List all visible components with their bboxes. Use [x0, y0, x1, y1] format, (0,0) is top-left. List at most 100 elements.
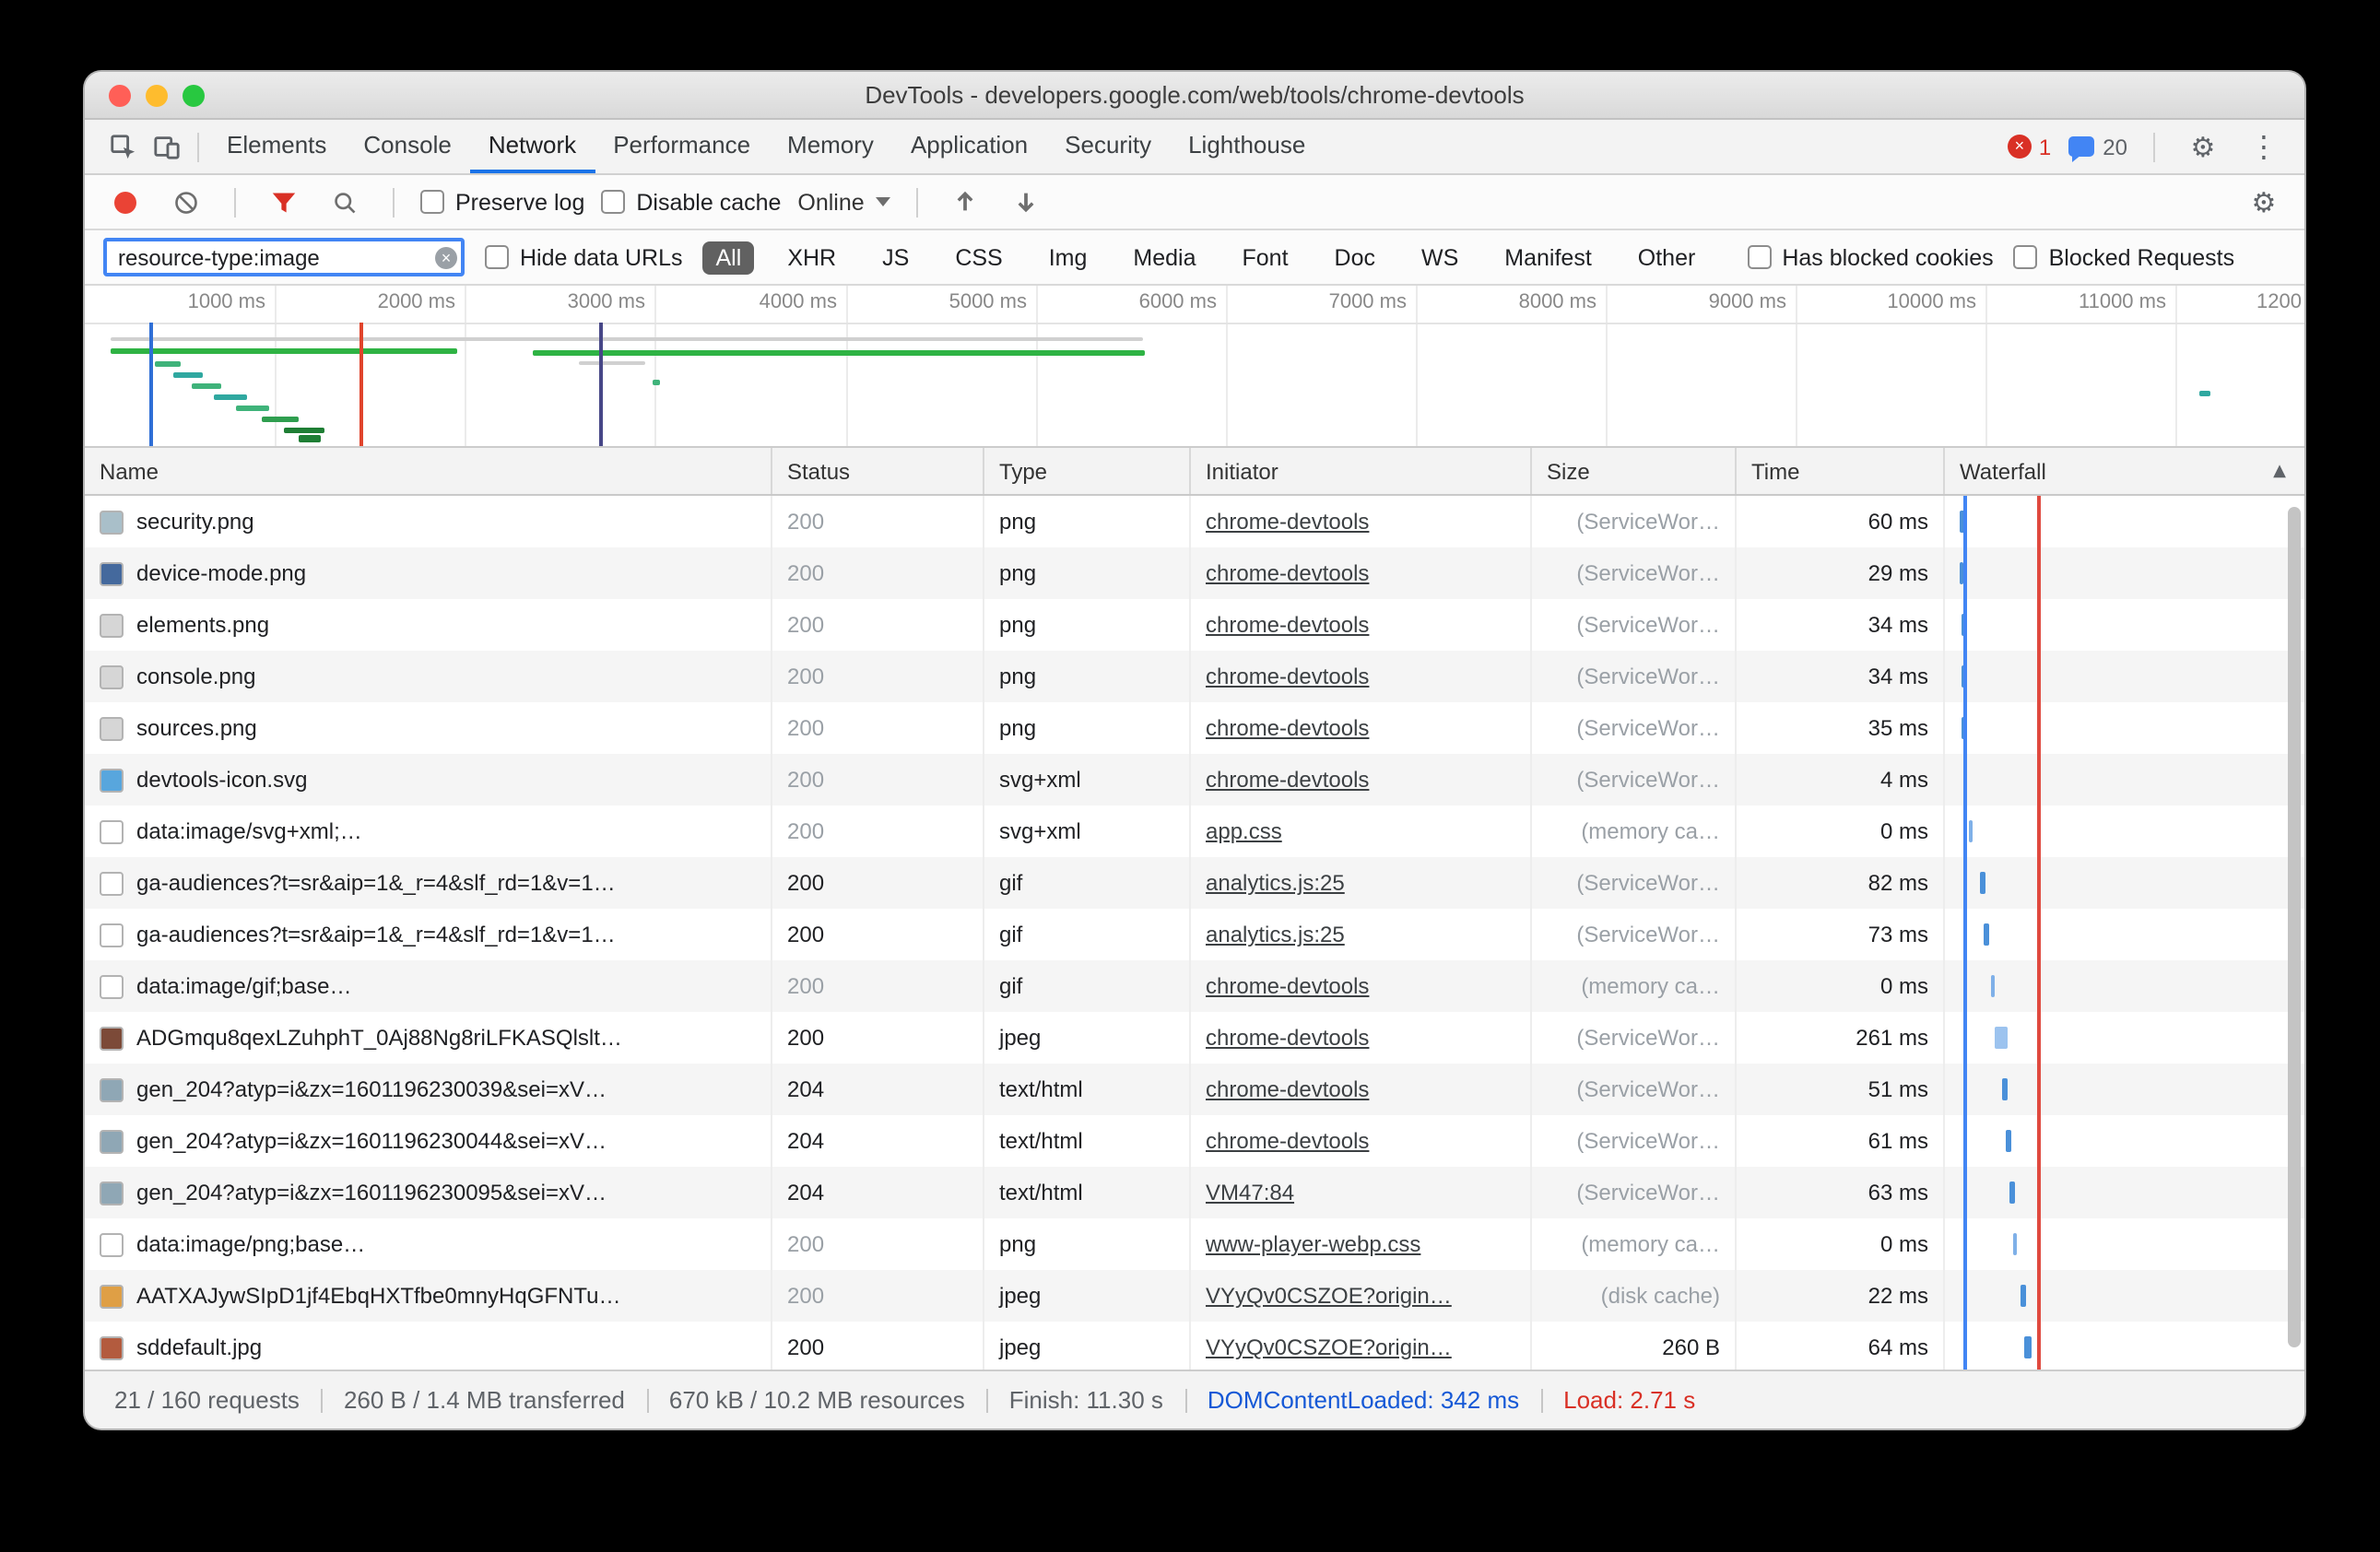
initiator-link[interactable]: www-player-webp.css: [1206, 1231, 1420, 1257]
request-name: devtools-icon.svg: [136, 754, 307, 805]
panel-tab[interactable]: Performance: [595, 120, 769, 173]
table-row[interactable]: ADGmqu8qexLZuhphT_0Aj88Ng8riLFKASQlslt… …: [85, 1012, 2304, 1064]
device-toolbar-icon[interactable]: [144, 120, 188, 173]
vertical-scrollbar[interactable]: [2288, 507, 2301, 1347]
has-blocked-cookies-checkbox[interactable]: Has blocked cookies: [1747, 244, 1993, 270]
filter-pill[interactable]: Media: [1120, 241, 1208, 274]
table-row[interactable]: sddefault.jpg 200 jpeg VYyQv0CSZOE?origi…: [85, 1322, 2304, 1370]
table-row[interactable]: gen_204?atyp=i&zx=1601196230039&sei=xV… …: [85, 1064, 2304, 1115]
disable-cache-checkbox[interactable]: Disable cache: [601, 189, 781, 215]
table-row[interactable]: devtools-icon.svg 200 svg+xml chrome-dev…: [85, 754, 2304, 805]
more-menu-icon[interactable]: ⋮: [2242, 129, 2286, 164]
initiator-link[interactable]: chrome-devtools: [1206, 715, 1369, 741]
table-row[interactable]: data:image/svg+xml;… 200 svg+xml app.css…: [85, 805, 2304, 857]
initiator-link[interactable]: chrome-devtools: [1206, 612, 1369, 638]
initiator-link[interactable]: chrome-devtools: [1206, 1025, 1369, 1051]
file-thumbnail-icon: [100, 716, 124, 740]
record-button[interactable]: [103, 175, 147, 229]
table-row[interactable]: ga-audiences?t=sr&aip=1&_r=4&slf_rd=1&v=…: [85, 909, 2304, 960]
panel-tab[interactable]: Memory: [769, 120, 892, 173]
column-header-initiator[interactable]: Initiator: [1191, 448, 1532, 494]
column-header-name[interactable]: Name: [85, 448, 772, 494]
time-cell: 63 ms: [1737, 1167, 1945, 1218]
filter-pill[interactable]: Manifest: [1491, 241, 1605, 274]
status-cell: 200: [772, 805, 984, 857]
initiator-link[interactable]: VYyQv0CSZOE?origin…: [1206, 1283, 1452, 1309]
clear-filter-icon[interactable]: ×: [435, 246, 457, 268]
initiator-cell: chrome-devtools: [1191, 960, 1532, 1012]
initiator-link[interactable]: chrome-devtools: [1206, 509, 1369, 535]
column-header-type[interactable]: Type: [984, 448, 1191, 494]
filter-input[interactable]: [103, 238, 465, 276]
filter-pill[interactable]: Other: [1625, 241, 1709, 274]
column-header-waterfall[interactable]: Waterfall ▲: [1945, 448, 2304, 494]
initiator-link[interactable]: VM47:84: [1206, 1180, 1294, 1205]
table-row[interactable]: ga-audiences?t=sr&aip=1&_r=4&slf_rd=1&v=…: [85, 857, 2304, 909]
filter-pill[interactable]: All: [703, 241, 755, 274]
initiator-link[interactable]: VYyQv0CSZOE?origin…: [1206, 1334, 1452, 1360]
inspect-icon[interactable]: [100, 120, 144, 173]
table-row[interactable]: AATXAJywSIpD1jf4EbqHXTfbe0mnyHqGFNTu… 20…: [85, 1270, 2304, 1322]
filter-pill[interactable]: WS: [1408, 241, 1471, 274]
dcl-event-line: [1963, 496, 1966, 1370]
panel-tab[interactable]: Application: [892, 120, 1046, 173]
hide-data-urls-checkbox[interactable]: Hide data URLs: [485, 244, 683, 270]
initiator-link[interactable]: app.css: [1206, 818, 1282, 844]
panel-tab[interactable]: Elements: [208, 120, 345, 173]
table-row[interactable]: gen_204?atyp=i&zx=1601196230095&sei=xV… …: [85, 1167, 2304, 1218]
table-row[interactable]: sources.png 200 png chrome-devtools (Ser…: [85, 702, 2304, 754]
issues-counter[interactable]: 20: [2068, 134, 2127, 159]
preserve-log-checkbox[interactable]: Preserve log: [420, 189, 584, 215]
table-row[interactable]: gen_204?atyp=i&zx=1601196230044&sei=xV… …: [85, 1115, 2304, 1167]
network-settings-gear-icon[interactable]: ⚙: [2242, 175, 2286, 229]
column-header-size[interactable]: Size: [1532, 448, 1737, 494]
zoom-button[interactable]: [183, 84, 205, 106]
filter-pill[interactable]: Img: [1036, 241, 1101, 274]
column-header-status[interactable]: Status: [772, 448, 984, 494]
error-counter[interactable]: × 1: [2008, 134, 2051, 159]
initiator-link[interactable]: chrome-devtools: [1206, 1076, 1369, 1102]
throttling-select[interactable]: Online: [797, 189, 890, 215]
panel-tab[interactable]: Console: [345, 120, 469, 173]
filter-pill[interactable]: JS: [869, 241, 922, 274]
panel-tab[interactable]: Network: [470, 120, 595, 173]
size-cell: (ServiceWor…: [1532, 651, 1737, 702]
initiator-link[interactable]: analytics.js:25: [1206, 870, 1345, 896]
column-header-time[interactable]: Time: [1737, 448, 1945, 494]
status-cell: 200: [772, 1270, 984, 1322]
minimize-button[interactable]: [146, 84, 168, 106]
network-overview[interactable]: 1000 ms2000 ms3000 ms4000 ms5000 ms6000 …: [85, 286, 2304, 448]
blocked-requests-checkbox[interactable]: Blocked Requests: [2014, 244, 2235, 270]
request-name: ga-audiences?t=sr&aip=1&_r=4&slf_rd=1&v=…: [136, 909, 616, 960]
filter-pill[interactable]: Font: [1230, 241, 1302, 274]
initiator-link[interactable]: chrome-devtools: [1206, 560, 1369, 586]
table-row[interactable]: data:image/gif;base… 200 gif chrome-devt…: [85, 960, 2304, 1012]
settings-gear-icon[interactable]: ⚙: [2181, 130, 2225, 163]
export-har-icon[interactable]: [1005, 175, 1049, 229]
panel-tab[interactable]: Security: [1046, 120, 1170, 173]
close-button[interactable]: [109, 84, 131, 106]
filter-pill[interactable]: CSS: [942, 241, 1015, 274]
initiator-link[interactable]: chrome-devtools: [1206, 664, 1369, 689]
table-row[interactable]: device-mode.png 200 png chrome-devtools …: [85, 547, 2304, 599]
initiator-link[interactable]: chrome-devtools: [1206, 767, 1369, 793]
table-row[interactable]: console.png 200 png chrome-devtools (Ser…: [85, 651, 2304, 702]
filter-pill[interactable]: Doc: [1322, 241, 1388, 274]
initiator-link[interactable]: analytics.js:25: [1206, 922, 1345, 947]
filter-toggle-icon[interactable]: [262, 175, 306, 229]
search-icon[interactable]: [323, 175, 367, 229]
overview-request-bar: [236, 406, 269, 411]
file-thumbnail-icon: [100, 1232, 124, 1256]
clear-button[interactable]: [164, 175, 208, 229]
initiator-link[interactable]: chrome-devtools: [1206, 973, 1369, 999]
panel-tab[interactable]: Lighthouse: [1170, 120, 1324, 173]
table-row[interactable]: security.png 200 png chrome-devtools (Se…: [85, 496, 2304, 547]
import-har-icon[interactable]: [944, 175, 988, 229]
initiator-link[interactable]: chrome-devtools: [1206, 1128, 1369, 1154]
filter-pill[interactable]: XHR: [774, 241, 849, 274]
status-cell: 200: [772, 599, 984, 651]
table-row[interactable]: data:image/png;base… 200 png www-player-…: [85, 1218, 2304, 1270]
checkbox-box: [485, 245, 509, 269]
table-row[interactable]: elements.png 200 png chrome-devtools (Se…: [85, 599, 2304, 651]
request-name-cell: AATXAJywSIpD1jf4EbqHXTfbe0mnyHqGFNTu…: [85, 1270, 772, 1322]
